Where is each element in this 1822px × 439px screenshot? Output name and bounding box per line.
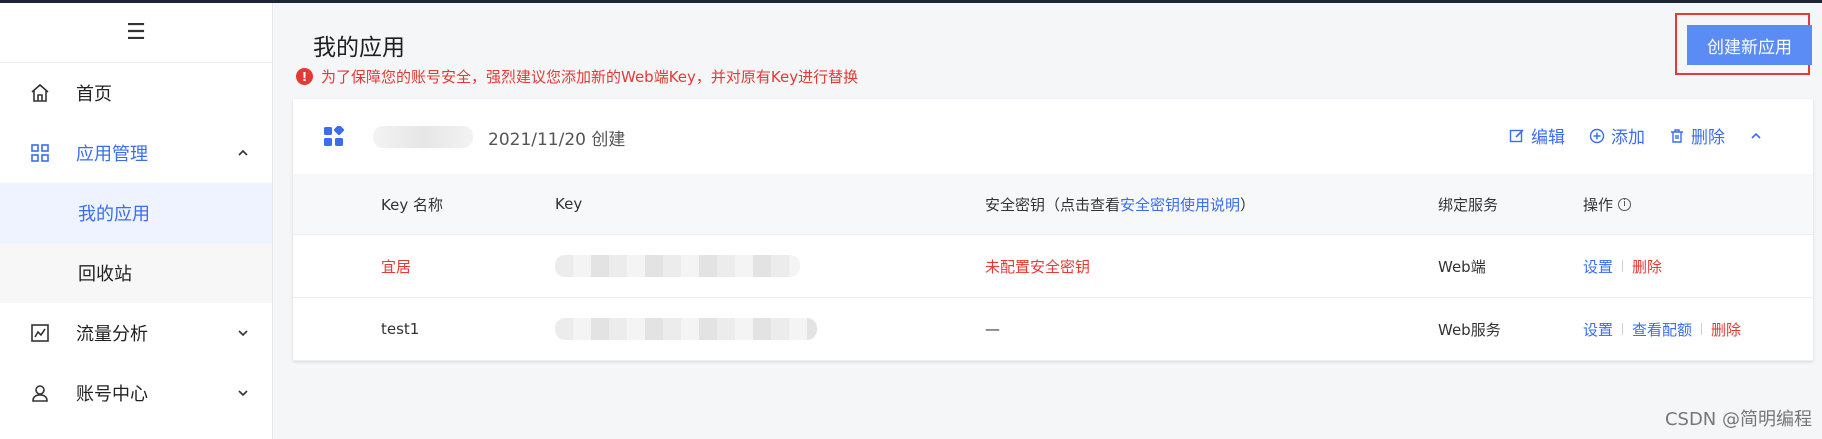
chevron-up-icon bbox=[238, 149, 248, 156]
key-name: test1 bbox=[381, 320, 420, 338]
col-key: Key bbox=[555, 195, 583, 213]
table-row: test1 — Web服务 设置 查看配额 删除 bbox=[293, 298, 1813, 361]
sidebar-item-traffic-analysis[interactable]: 流量分析 bbox=[0, 303, 272, 363]
grid-icon bbox=[28, 141, 52, 165]
col-operations-label: 操作 bbox=[1583, 195, 1614, 214]
key-blur bbox=[555, 255, 800, 277]
add-label: 添加 bbox=[1611, 128, 1645, 148]
watermark: CSDN @简明编程 bbox=[1664, 409, 1812, 430]
top-border bbox=[0, 0, 1822, 3]
sidebar-item-home[interactable]: 首页 bbox=[0, 63, 272, 123]
warning-icon: ! bbox=[296, 68, 313, 85]
home-icon bbox=[28, 81, 52, 105]
chevron-down-icon bbox=[238, 390, 248, 397]
security-warning: ! 为了保障您的账号安全，强烈建议您添加新的Web端Key，并对原有Key进行替… bbox=[296, 66, 858, 87]
table-row: 宜居 未配置安全密钥 Web端 设置 删除 bbox=[293, 235, 1813, 298]
sidebar-item-label: 流量分析 bbox=[76, 324, 148, 345]
sidebar-item-my-apps[interactable]: 我的应用 bbox=[0, 183, 272, 243]
sidebar-item-label: 应用管理 bbox=[76, 144, 148, 165]
key-value-redacted bbox=[555, 255, 800, 277]
sidebar-item-label: 首页 bbox=[76, 84, 112, 105]
secret-guide-link[interactable]: 安全密钥使用说明 bbox=[1120, 196, 1240, 214]
col-secret: 安全密钥（点击查看安全密钥使用说明） bbox=[985, 194, 1255, 215]
user-icon bbox=[28, 381, 52, 405]
col-key-name: Key 名称 bbox=[381, 195, 443, 214]
chart-icon bbox=[28, 321, 52, 345]
plus-circle-icon bbox=[1589, 128, 1605, 143]
app-created-date: 2021/11/20 创建 bbox=[488, 130, 626, 150]
trash-icon bbox=[1671, 128, 1683, 143]
edit-label: 编辑 bbox=[1531, 128, 1565, 148]
sidebar-item-account-center[interactable]: 账号中心 bbox=[0, 363, 272, 423]
app-card-header: 2021/11/20 创建 编辑 添加 删除 bbox=[293, 99, 1813, 174]
edit-button[interactable]: 编辑 bbox=[1509, 123, 1565, 148]
delete-label: 删除 bbox=[1691, 128, 1725, 148]
app-actions: 编辑 添加 删除 bbox=[1509, 123, 1813, 148]
col-secret-suffix: ） bbox=[1240, 195, 1256, 214]
key-name: 宜居 bbox=[381, 257, 412, 276]
divider bbox=[1622, 323, 1624, 335]
sidebar-item-recycle-bin[interactable]: 回收站 bbox=[0, 243, 272, 303]
page-title: 我的应用 bbox=[313, 35, 405, 61]
row-operations: 设置 删除 bbox=[1583, 256, 1662, 277]
warning-text: 为了保障您的账号安全，强烈建议您添加新的Web端Key，并对原有Key进行替换 bbox=[321, 68, 859, 86]
app-icon bbox=[324, 126, 345, 146]
chevron-down-icon bbox=[238, 330, 248, 337]
settings-link[interactable]: 设置 bbox=[1583, 256, 1613, 277]
highlight-box: 创建新应用 bbox=[1675, 13, 1812, 75]
hamburger-icon[interactable]: ☰ bbox=[126, 20, 146, 45]
keys-table-header: Key 名称 Key 安全密钥（点击查看安全密钥使用说明） 绑定服务 操作 i bbox=[293, 174, 1813, 235]
secret-status: — bbox=[985, 320, 1000, 338]
delete-key-link[interactable]: 删除 bbox=[1711, 319, 1741, 340]
secret-status: 未配置安全密钥 bbox=[985, 257, 1091, 276]
delete-app-button[interactable]: 删除 bbox=[1669, 123, 1725, 148]
sidebar-item-label: 回收站 bbox=[78, 264, 132, 285]
app-name-redacted bbox=[373, 126, 473, 148]
menu-toggle-button[interactable]: ☰ bbox=[0, 3, 272, 63]
col-operations: 操作 i bbox=[1583, 194, 1632, 215]
key-value-redacted bbox=[555, 318, 817, 340]
divider bbox=[1622, 260, 1624, 272]
sidebar-item-label: 账号中心 bbox=[76, 384, 148, 405]
add-key-button[interactable]: 添加 bbox=[1589, 123, 1645, 148]
divider bbox=[1701, 323, 1703, 335]
col-service: 绑定服务 bbox=[1438, 195, 1499, 214]
app-card: 2021/11/20 创建 编辑 添加 删除 Key 名称 Key 安全密钥（点… bbox=[293, 99, 1813, 361]
sidebar-item-label: 我的应用 bbox=[78, 204, 150, 225]
create-app-button[interactable]: 创建新应用 bbox=[1687, 25, 1812, 65]
col-secret-prefix: 安全密钥（点击查看 bbox=[985, 195, 1121, 214]
key-blur bbox=[555, 318, 817, 340]
view-quota-link[interactable]: 查看配额 bbox=[1632, 319, 1692, 340]
edit-icon bbox=[1509, 128, 1524, 142]
bound-service: Web服务 bbox=[1438, 320, 1501, 339]
collapse-chevron-icon[interactable] bbox=[1749, 129, 1763, 143]
bound-service: Web端 bbox=[1438, 257, 1486, 276]
delete-key-link[interactable]: 删除 bbox=[1632, 256, 1662, 277]
sidebar-item-app-management[interactable]: 应用管理 bbox=[0, 123, 272, 183]
settings-link[interactable]: 设置 bbox=[1583, 319, 1613, 340]
info-icon[interactable]: i bbox=[1618, 197, 1632, 211]
sidebar: ☰ 首页 应用管理 我的应用 回收站 流量分析 账号中心 bbox=[0, 3, 273, 439]
row-operations: 设置 查看配额 删除 bbox=[1583, 319, 1741, 340]
